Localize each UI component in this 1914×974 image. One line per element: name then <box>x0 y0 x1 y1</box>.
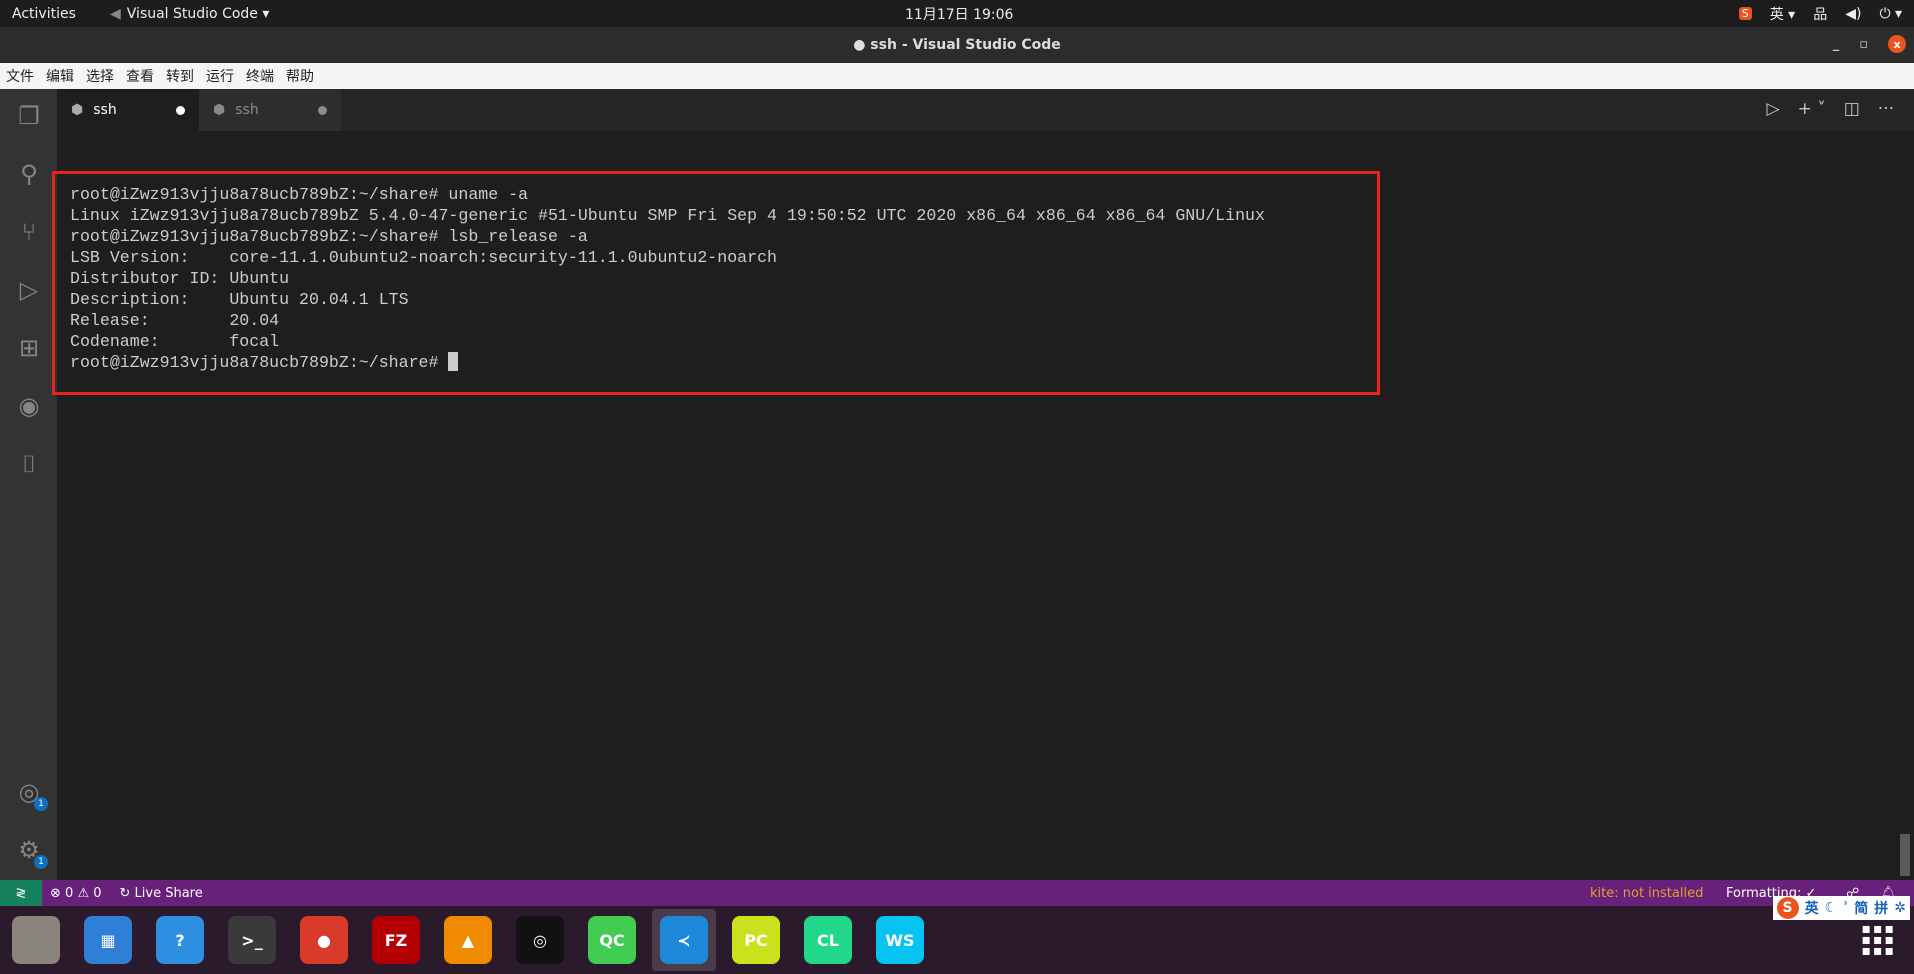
clock[interactable]: 11月17日 19:06 <box>905 4 1013 24</box>
dock-terminal-icon[interactable]: >_ <box>228 916 276 964</box>
sogou-icon[interactable]: S <box>1738 7 1752 20</box>
bookmark-icon[interactable]: ⌷ <box>14 449 44 479</box>
dock-vlc-icon[interactable]: ▲ <box>444 916 492 964</box>
extensions-icon[interactable]: ⊞ <box>14 333 44 363</box>
menu-selection[interactable]: 选择 <box>86 66 114 86</box>
error-count: 0 <box>65 885 74 901</box>
tab-ssh-1[interactable]: ⬢ ssh <box>57 89 199 131</box>
dock-qtcreator-icon[interactable]: QC <box>588 916 636 964</box>
menu-terminal[interactable]: 终端 <box>246 66 274 86</box>
app-menu-label: Visual Studio Code ▾ <box>126 5 270 22</box>
window-title-bar: ● ssh - Visual Studio Code _ ▫ x <box>0 27 1914 63</box>
ime-settings-icon[interactable]: ✲ <box>1894 900 1906 916</box>
dock-software-icon[interactable]: ▦ <box>84 916 132 964</box>
new-terminal-icon[interactable]: + ˅ <box>1798 99 1826 119</box>
minimize-button[interactable]: _ <box>1833 37 1840 52</box>
network-icon[interactable]: 品 <box>1813 4 1827 24</box>
run-icon[interactable]: ▷ <box>1766 99 1779 119</box>
terminal-line: LSB Version: core-11.1.0ubuntu2-noarch:s… <box>70 248 778 267</box>
menu-go[interactable]: 转到 <box>166 66 194 86</box>
dock-files-icon[interactable] <box>12 916 60 964</box>
remote-indicator-icon[interactable]: ≷ <box>0 880 42 906</box>
terminal-line: root@iZwz913vjju8a78ucb789bZ:~/share# ls… <box>70 227 588 246</box>
language-selector[interactable]: 英 ▾ <box>1770 4 1795 24</box>
volume-icon[interactable]: ◀) <box>1845 6 1861 22</box>
source-control-icon[interactable]: ⑂ <box>14 217 44 247</box>
terminal-tab-icon: ⬢ <box>213 102 226 118</box>
moon-icon[interactable]: ☾ <box>1825 900 1838 916</box>
system-top-bar: Activities ◀ Visual Studio Code ▾ 11月17日 … <box>0 0 1914 27</box>
activity-bar: ❐ ⚲ ⑂ ▷ ⊞ ◉ ⌷ ◎ 1 ⚙ 1 <box>0 89 57 880</box>
accounts-badge: 1 <box>34 797 48 811</box>
menu-file[interactable]: 文件 <box>6 66 34 86</box>
close-button[interactable]: x <box>1888 35 1906 53</box>
terminal-line: root@iZwz913vjju8a78ucb789bZ:~/share# un… <box>70 185 529 204</box>
explorer-icon[interactable]: ❐ <box>14 101 44 131</box>
ime-simplified[interactable]: 简 <box>1854 898 1868 918</box>
ime-toolbar[interactable]: S 英 ☾ ʾ 简 拼 ✲ <box>1772 896 1910 920</box>
terminal-tab-icon: ⬢ <box>71 102 84 118</box>
app-menu[interactable]: ◀ Visual Studio Code ▾ <box>110 6 269 22</box>
activities-button[interactable]: Activities <box>12 6 76 22</box>
more-actions-icon[interactable]: ··· <box>1878 99 1894 119</box>
dock-chrome-icon[interactable]: ● <box>300 916 348 964</box>
dock-filezilla-icon[interactable]: FZ <box>372 916 420 964</box>
menu-bar: 文件 编辑 选择 查看 转到 运行 终端 帮助 <box>0 63 1914 89</box>
menu-edit[interactable]: 编辑 <box>46 66 74 86</box>
settings-gear-icon[interactable]: ⚙ 1 <box>14 835 48 869</box>
split-editor-icon[interactable]: ◫ <box>1844 99 1860 119</box>
ime-pinyin[interactable]: 拼 <box>1874 898 1888 918</box>
power-icon[interactable]: ⏻ ▾ <box>1879 6 1902 22</box>
menu-run[interactable]: 运行 <box>206 66 234 86</box>
terminal-output[interactable]: root@iZwz913vjju8a78ucb789bZ:~/share# un… <box>70 184 1265 373</box>
sogou-logo-icon: S <box>1776 897 1799 919</box>
tab-label: ssh <box>235 102 259 118</box>
terminal-line: Release: 20.04 <box>70 311 280 330</box>
dock-clion-icon[interactable]: CL <box>804 916 852 964</box>
punctuation-icon[interactable]: ʾ <box>1843 900 1848 916</box>
terminal-line: Distributor ID: Ubuntu <box>70 269 290 288</box>
dock-vscode-icon[interactable]: ≺ <box>660 916 708 964</box>
menu-help[interactable]: 帮助 <box>286 66 314 86</box>
status-bar: ≷ ⊗ 0 ⚠ 0 ↻ Live Share kite: not install… <box>0 880 1914 906</box>
tab-bar: ⬢ ssh ⬢ ssh ▷ + ˅ ◫ ··· <box>57 89 1914 131</box>
settings-badge: 1 <box>34 855 48 869</box>
live-share-label: Live Share <box>134 885 203 901</box>
vscode-icon: ◀ <box>110 5 121 22</box>
unsaved-dot-icon[interactable] <box>318 105 327 115</box>
window-title: ● ssh - Visual Studio Code <box>853 37 1061 53</box>
tab-ssh-2[interactable]: ⬢ ssh <box>199 89 341 131</box>
ime-lang[interactable]: 英 <box>1805 898 1819 918</box>
terminal-line: Description: Ubuntu 20.04.1 LTS <box>70 290 409 309</box>
dock: ▦? >_ ● FZ ▲ ◎ QC ≺ PC CL WS ▪▪▪ ▪▪▪ ▪▪▪ <box>0 906 1914 974</box>
search-icon[interactable]: ⚲ <box>14 159 44 189</box>
terminal-line: Linux iZwz913vjju8a78ucb789bZ 5.4.0-47-g… <box>70 206 1265 225</box>
maximize-button[interactable]: ▫ <box>1859 37 1868 52</box>
system-tray[interactable]: S 英 ▾ 品 ◀) ⏻ ▾ <box>1738 4 1902 24</box>
kite-status[interactable]: kite: not installed <box>1590 886 1703 901</box>
accounts-icon[interactable]: ◎ 1 <box>14 777 48 811</box>
run-debug-icon[interactable]: ▷ <box>14 275 44 305</box>
terminal-scrollbar[interactable] <box>1900 834 1910 876</box>
github-icon[interactable]: ◉ <box>14 391 44 421</box>
show-applications-icon[interactable]: ▪▪▪ ▪▪▪ ▪▪▪ <box>1862 922 1896 958</box>
unsaved-dot-icon[interactable] <box>176 105 185 115</box>
tab-label: ssh <box>93 102 117 118</box>
warning-count: 0 <box>93 885 102 901</box>
terminal-line: Codename: focal <box>70 332 280 351</box>
terminal-cursor <box>448 352 459 371</box>
dock-webstorm-icon[interactable]: WS <box>876 916 924 964</box>
dock-pycharm-icon[interactable]: PC <box>732 916 780 964</box>
terminal-prompt: root@iZwz913vjju8a78ucb789bZ:~/share# <box>70 353 449 372</box>
dock-obs-icon[interactable]: ◎ <box>516 916 564 964</box>
live-share-button[interactable]: ↻ Live Share <box>120 886 203 901</box>
menu-view[interactable]: 查看 <box>126 66 154 86</box>
dock-help-icon[interactable]: ? <box>156 916 204 964</box>
problems-indicator[interactable]: ⊗ 0 ⚠ 0 <box>50 886 102 901</box>
